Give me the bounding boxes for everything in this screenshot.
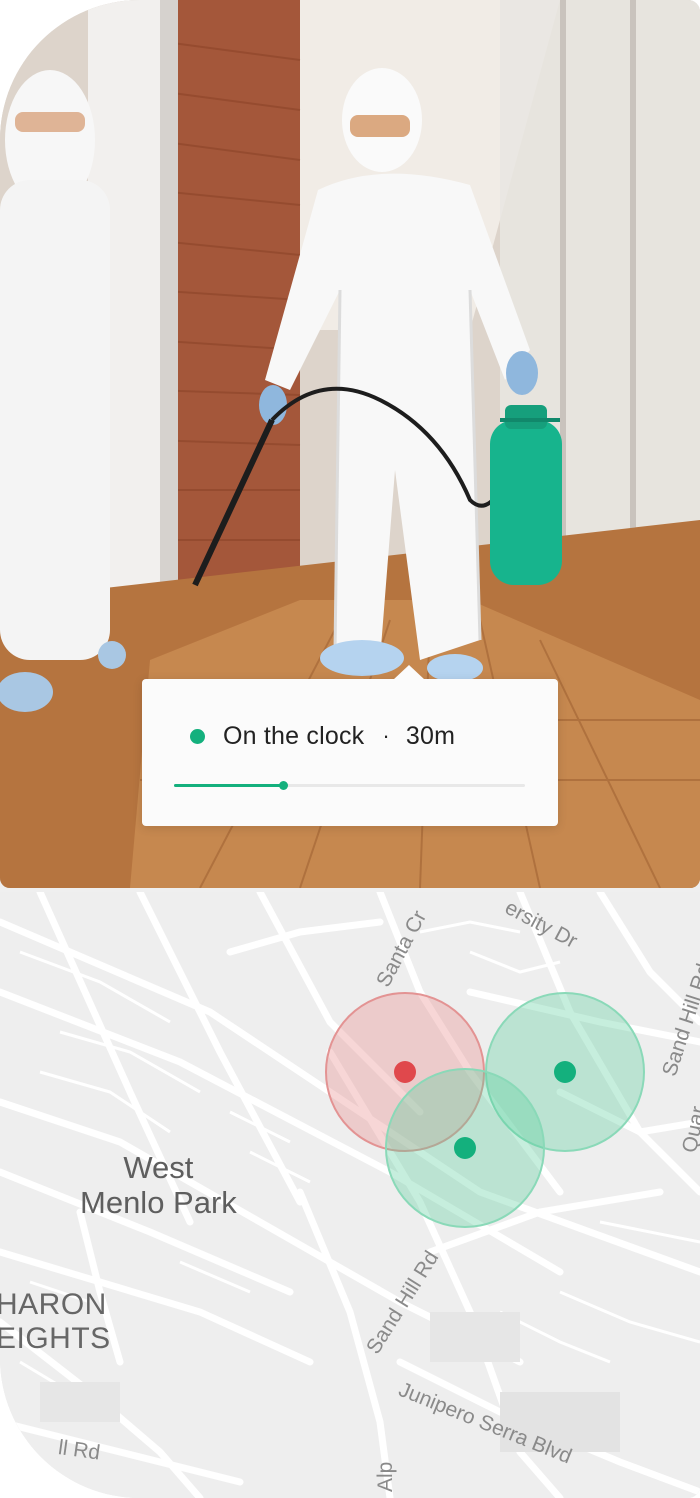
place-label-line: Menlo Park <box>80 1185 237 1220</box>
area-label-line: EIGHTS <box>0 1322 111 1355</box>
area-label-line: HARON <box>0 1288 107 1321</box>
place-label-west-menlo-park: West Menlo Park <box>80 1150 237 1220</box>
status-separator: · <box>382 723 390 748</box>
status-popup: On the clock · 30m <box>142 665 558 826</box>
location-map[interactable]: West Menlo Park HARON EIGHTS Santa Cr er… <box>0 892 700 1498</box>
status-row: On the clock · 30m <box>190 719 455 753</box>
app-card: On the clock · 30m West Menlo Park HARON… <box>0 0 700 1498</box>
status-duration: 30m <box>405 721 456 750</box>
shift-progress-knob <box>278 781 288 790</box>
road-label-alpine: Alp <box>374 1461 397 1492</box>
hero-photo: On the clock · 30m <box>0 0 700 888</box>
status-indicator-dot <box>190 728 205 744</box>
map-marker-green[interactable] <box>454 1137 476 1159</box>
shift-progress-bar <box>174 781 525 790</box>
shift-progress-fill <box>174 784 283 787</box>
area-label-sharon-heights: HARON EIGHTS <box>0 1288 111 1356</box>
map-marker-green[interactable] <box>554 1061 576 1083</box>
map-marker-red[interactable] <box>394 1061 416 1083</box>
popup-caret <box>393 665 425 680</box>
place-label-line: West <box>123 1150 194 1185</box>
status-label: On the clock <box>223 721 365 750</box>
